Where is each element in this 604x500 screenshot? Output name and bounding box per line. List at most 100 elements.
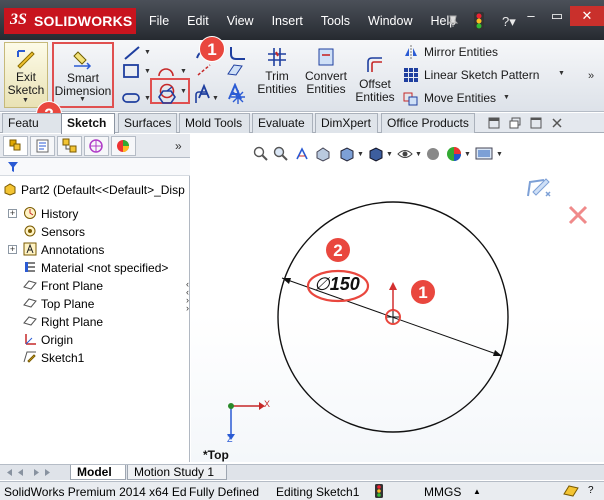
circle-dropdown-icon[interactable]: ▼ — [180, 88, 187, 95]
window-maximize-icon[interactable] — [530, 117, 542, 129]
traffic-light-icon[interactable] — [474, 12, 484, 33]
property-manager-tab[interactable] — [30, 136, 55, 156]
sketch-fillet-icon[interactable] — [228, 44, 248, 62]
rebuild-status-icon[interactable] — [375, 484, 383, 498]
slot-dropdown-icon[interactable]: ▼ — [144, 95, 151, 102]
callout-2-viewport: 2 — [325, 237, 351, 263]
menu-tools[interactable]: Tools — [312, 14, 359, 32]
tree-item-history[interactable]: History — [23, 206, 78, 221]
minimize-button[interactable]: – — [518, 6, 544, 26]
window-close-icon[interactable] — [551, 117, 563, 129]
linear-pattern-icon[interactable] — [403, 67, 419, 83]
trim-entities-button[interactable]: Trim Entities — [256, 42, 298, 108]
tab-motion-study-1[interactable]: Motion Study 1 — [127, 465, 227, 480]
status-units[interactable]: MMGS — [424, 485, 461, 499]
window-tile-icon[interactable] — [488, 117, 500, 129]
annotations-expand-icon[interactable]: + — [8, 245, 17, 254]
feedback-icon[interactable] — [563, 484, 579, 498]
rectangle-tool-icon[interactable] — [122, 63, 140, 79]
tab-mold-tools[interactable]: Mold Tools — [179, 113, 250, 133]
tab-dimxpert[interactable]: DimXpert — [315, 113, 378, 133]
right-plane-icon — [23, 316, 37, 326]
panel-tabs: » — [0, 134, 190, 158]
panel-expand-icon[interactable]: » — [175, 139, 182, 153]
feature-manager-tab[interactable] — [3, 136, 28, 156]
tab-evaluate[interactable]: Evaluate — [252, 113, 313, 133]
tree-item-right-plane[interactable]: Right Plane — [23, 314, 103, 329]
tree-item-part[interactable]: Part2 (Default<<Default>_Disp — [3, 182, 185, 197]
close-button[interactable]: ✕ — [570, 6, 604, 26]
sensors-label: Sensors — [41, 225, 86, 239]
line-tool-icon[interactable] — [122, 44, 142, 62]
offset-curve-icon[interactable] — [193, 89, 211, 105]
window-restore-icon[interactable] — [509, 117, 521, 129]
mirror-entities-label[interactable]: Mirror Entities — [424, 45, 498, 59]
rectangle-dropdown-icon[interactable]: ▼ — [144, 68, 151, 75]
status-help-icon[interactable]: ? — [588, 485, 594, 496]
exit-sketch-dropdown-icon[interactable]: ▼ — [22, 97, 29, 104]
move-entities-dropdown-icon[interactable]: ▼ — [503, 94, 510, 101]
center-point-icon[interactable] — [387, 311, 399, 323]
linear-pattern-label[interactable]: Linear Sketch Pattern — [424, 68, 539, 82]
menu-insert[interactable]: Insert — [263, 14, 312, 32]
construction-icon[interactable] — [195, 62, 213, 78]
graphics-area[interactable]: ▼ ▼ ▼ ▼ ▼ ∅150 2 1 X Z *Top — [191, 134, 604, 462]
arc-dropdown-icon[interactable]: ▼ — [180, 68, 187, 75]
tab-model[interactable]: Model — [70, 465, 126, 480]
history-expand-icon[interactable]: + — [8, 209, 17, 218]
right-plane-label: Right Plane — [41, 315, 104, 329]
arc-tool-icon[interactable] — [157, 62, 175, 78]
convert-entities-button[interactable]: Convert Entities — [302, 42, 350, 108]
offset-entities-button[interactable]: Offset Entities — [354, 50, 396, 116]
menu-window[interactable]: Window — [359, 14, 421, 32]
plane-tool-icon[interactable] — [226, 62, 244, 78]
tab-surfaces[interactable]: Surfaces — [118, 113, 177, 133]
status-bar: SolidWorks Premium 2014 x64 Ed Fully Def… — [0, 481, 604, 500]
tree-item-sensors[interactable]: Sensors — [23, 224, 85, 239]
diameter-dimension[interactable]: ∅150 — [314, 274, 360, 295]
diameter-symbol: ∅ — [314, 274, 330, 294]
point-tool-icon[interactable] — [230, 89, 246, 105]
tree-item-origin[interactable]: Origin — [23, 332, 73, 347]
offset-dropdown-icon[interactable]: ▼ — [212, 95, 219, 102]
menu-edit[interactable]: Edit — [178, 14, 218, 32]
line-dropdown-icon[interactable]: ▼ — [144, 49, 151, 56]
slot-tool-icon[interactable] — [122, 91, 140, 105]
tree-item-top-plane[interactable]: Top Plane — [23, 296, 94, 311]
exit-sketch-label-2: Sketch — [7, 83, 45, 97]
dimxpert-manager-tab[interactable] — [84, 136, 109, 156]
tree-item-sketch1[interactable]: Sketch1 — [23, 350, 84, 365]
units-dropdown-icon[interactable]: ▲ — [473, 487, 481, 496]
smart-dimension-dropdown-icon[interactable]: ▼ — [79, 96, 86, 103]
filter-icon[interactable] — [7, 161, 19, 173]
menu-file[interactable]: File — [140, 14, 178, 32]
help-icon[interactable]: ?▾ — [502, 14, 516, 30]
move-entities-label[interactable]: Move Entities — [424, 91, 496, 105]
restore-button[interactable]: ▭ — [544, 6, 570, 26]
linear-pattern-dropdown-icon[interactable]: ▼ — [558, 70, 565, 77]
configuration-manager-tab[interactable] — [57, 136, 82, 156]
display-manager-tab[interactable] — [111, 136, 136, 156]
dimxpert-icon — [89, 139, 103, 153]
exit-sketch-icon — [17, 50, 35, 69]
menu-view[interactable]: View — [218, 14, 263, 32]
tab-scroll-arrows-icon[interactable] — [4, 467, 64, 478]
move-entities-icon[interactable] — [403, 90, 419, 106]
tree-item-front-plane[interactable]: Front Plane — [23, 278, 103, 293]
polygon-tool-icon[interactable] — [158, 89, 176, 105]
command-manager-expand-icon[interactable]: » — [588, 70, 594, 82]
solidworks-logo[interactable]: 3S SOLIDWORKS — [4, 8, 136, 34]
pin-icon[interactable] — [446, 14, 460, 31]
mirror-entities-icon[interactable] — [403, 44, 419, 60]
status-product: SolidWorks Premium 2014 x64 Ed — [4, 485, 187, 499]
tree-item-material[interactable]: Material <not specified> — [23, 260, 168, 275]
panel-splitter-icon[interactable]: ‹ ‹ › › — [186, 280, 189, 313]
tab-sketch[interactable]: Sketch — [61, 113, 115, 134]
tree-item-annotations[interactable]: Annotations — [23, 242, 104, 257]
tab-features[interactable]: Featu — [2, 113, 62, 133]
history-icon — [24, 207, 36, 219]
annotations-label: Annotations — [41, 243, 105, 257]
tab-office-products[interactable]: Office Products — [381, 113, 475, 133]
top-plane-label: Top Plane — [41, 297, 95, 311]
material-label: Material <not specified> — [41, 261, 169, 275]
